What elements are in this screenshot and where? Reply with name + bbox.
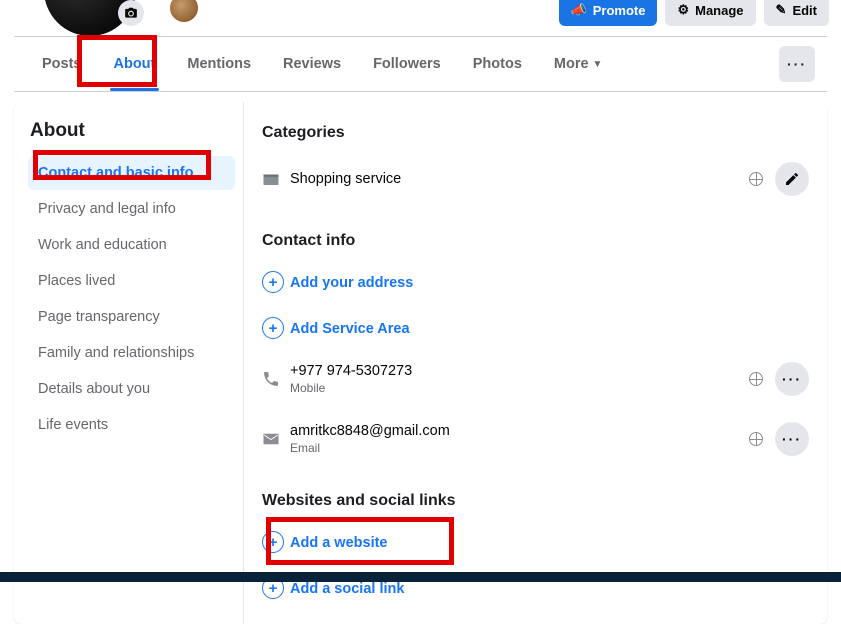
add-service-area-link: Add Service Area <box>290 321 410 337</box>
tab-photos[interactable]: Photos <box>457 37 538 91</box>
email-options-button[interactable]: ··· <box>775 422 809 456</box>
plus-circle-icon: + <box>262 531 284 553</box>
manage-label: Manage <box>695 3 743 18</box>
tab-posts[interactable]: Posts <box>26 37 98 91</box>
add-address-row[interactable]: + Add your address <box>262 264 809 300</box>
plus-circle-icon: + <box>262 317 284 339</box>
about-sidebar: About Contact and basic info Privacy and… <box>14 102 244 624</box>
email-label: Email <box>290 441 749 455</box>
websites-heading: Websites and social links <box>262 492 809 510</box>
promote-label: Promote <box>593 3 646 18</box>
secondary-avatar[interactable] <box>168 0 200 24</box>
tab-more[interactable]: More ▼ <box>538 37 619 91</box>
email-address: amritkc8848@gmail.com <box>290 423 749 439</box>
sidebar-item-privacy-legal[interactable]: Privacy and legal info <box>28 192 235 226</box>
add-website-link: Add a website <box>290 535 388 551</box>
dots-icon: ··· <box>782 371 802 387</box>
sidebar-item-family-relationships[interactable]: Family and relationships <box>28 336 235 370</box>
sidebar-item-work-education[interactable]: Work and education <box>28 228 235 262</box>
globe-icon[interactable] <box>749 432 763 446</box>
edit-category-button[interactable] <box>775 162 809 196</box>
sidebar-item-life-events[interactable]: Life events <box>28 408 235 442</box>
shopping-bag-icon <box>262 171 290 187</box>
categories-heading: Categories <box>262 124 809 142</box>
contact-info-heading: Contact info <box>262 232 809 250</box>
sidebar-item-places-lived[interactable]: Places lived <box>28 264 235 298</box>
globe-icon[interactable] <box>749 172 763 186</box>
profile-tabbar: Posts About Mentions Reviews Followers P… <box>14 36 827 92</box>
phone-number: +977 974-5307273 <box>290 363 749 379</box>
pencil-icon: ✎ <box>776 2 787 18</box>
manage-button[interactable]: ⚙ Manage <box>665 0 755 26</box>
add-service-area-row[interactable]: + Add Service Area <box>262 310 809 346</box>
camera-icon[interactable] <box>118 0 144 26</box>
add-website-row[interactable]: + Add a website <box>262 524 809 560</box>
sidebar-item-contact-basic-info[interactable]: Contact and basic info <box>28 156 235 190</box>
category-value: Shopping service <box>290 171 749 187</box>
add-address-link: Add your address <box>290 275 413 291</box>
megaphone-icon: 📣 <box>571 2 587 18</box>
sidebar-item-details-about-you[interactable]: Details about you <box>28 372 235 406</box>
chevron-down-icon: ▼ <box>593 59 603 70</box>
plus-circle-icon: + <box>262 271 284 293</box>
os-taskbar <box>0 572 841 582</box>
promote-button[interactable]: 📣 Promote <box>559 0 658 26</box>
tab-mentions[interactable]: Mentions <box>171 37 267 91</box>
more-options-button[interactable]: ··· <box>779 46 815 82</box>
phone-icon <box>262 370 290 388</box>
sidebar-item-page-transparency[interactable]: Page transparency <box>28 300 235 334</box>
envelope-icon <box>262 432 290 446</box>
tab-about[interactable]: About <box>98 37 172 91</box>
sliders-icon: ⚙ <box>677 2 689 18</box>
pencil-icon <box>784 171 800 187</box>
tab-reviews[interactable]: Reviews <box>267 37 357 91</box>
phone-options-button[interactable]: ··· <box>775 362 809 396</box>
sidebar-title: About <box>28 120 235 142</box>
edit-button[interactable]: ✎ Edit <box>764 0 829 26</box>
about-detail-pane: Categories Shopping service Contact info… <box>244 102 827 624</box>
tab-followers[interactable]: Followers <box>357 37 457 91</box>
dots-icon: ··· <box>782 431 802 447</box>
dots-icon: ··· <box>787 56 807 72</box>
phone-label: Mobile <box>290 381 749 395</box>
edit-label: Edit <box>792 3 817 18</box>
add-social-link: Add a social link <box>290 581 404 597</box>
globe-icon[interactable] <box>749 372 763 386</box>
